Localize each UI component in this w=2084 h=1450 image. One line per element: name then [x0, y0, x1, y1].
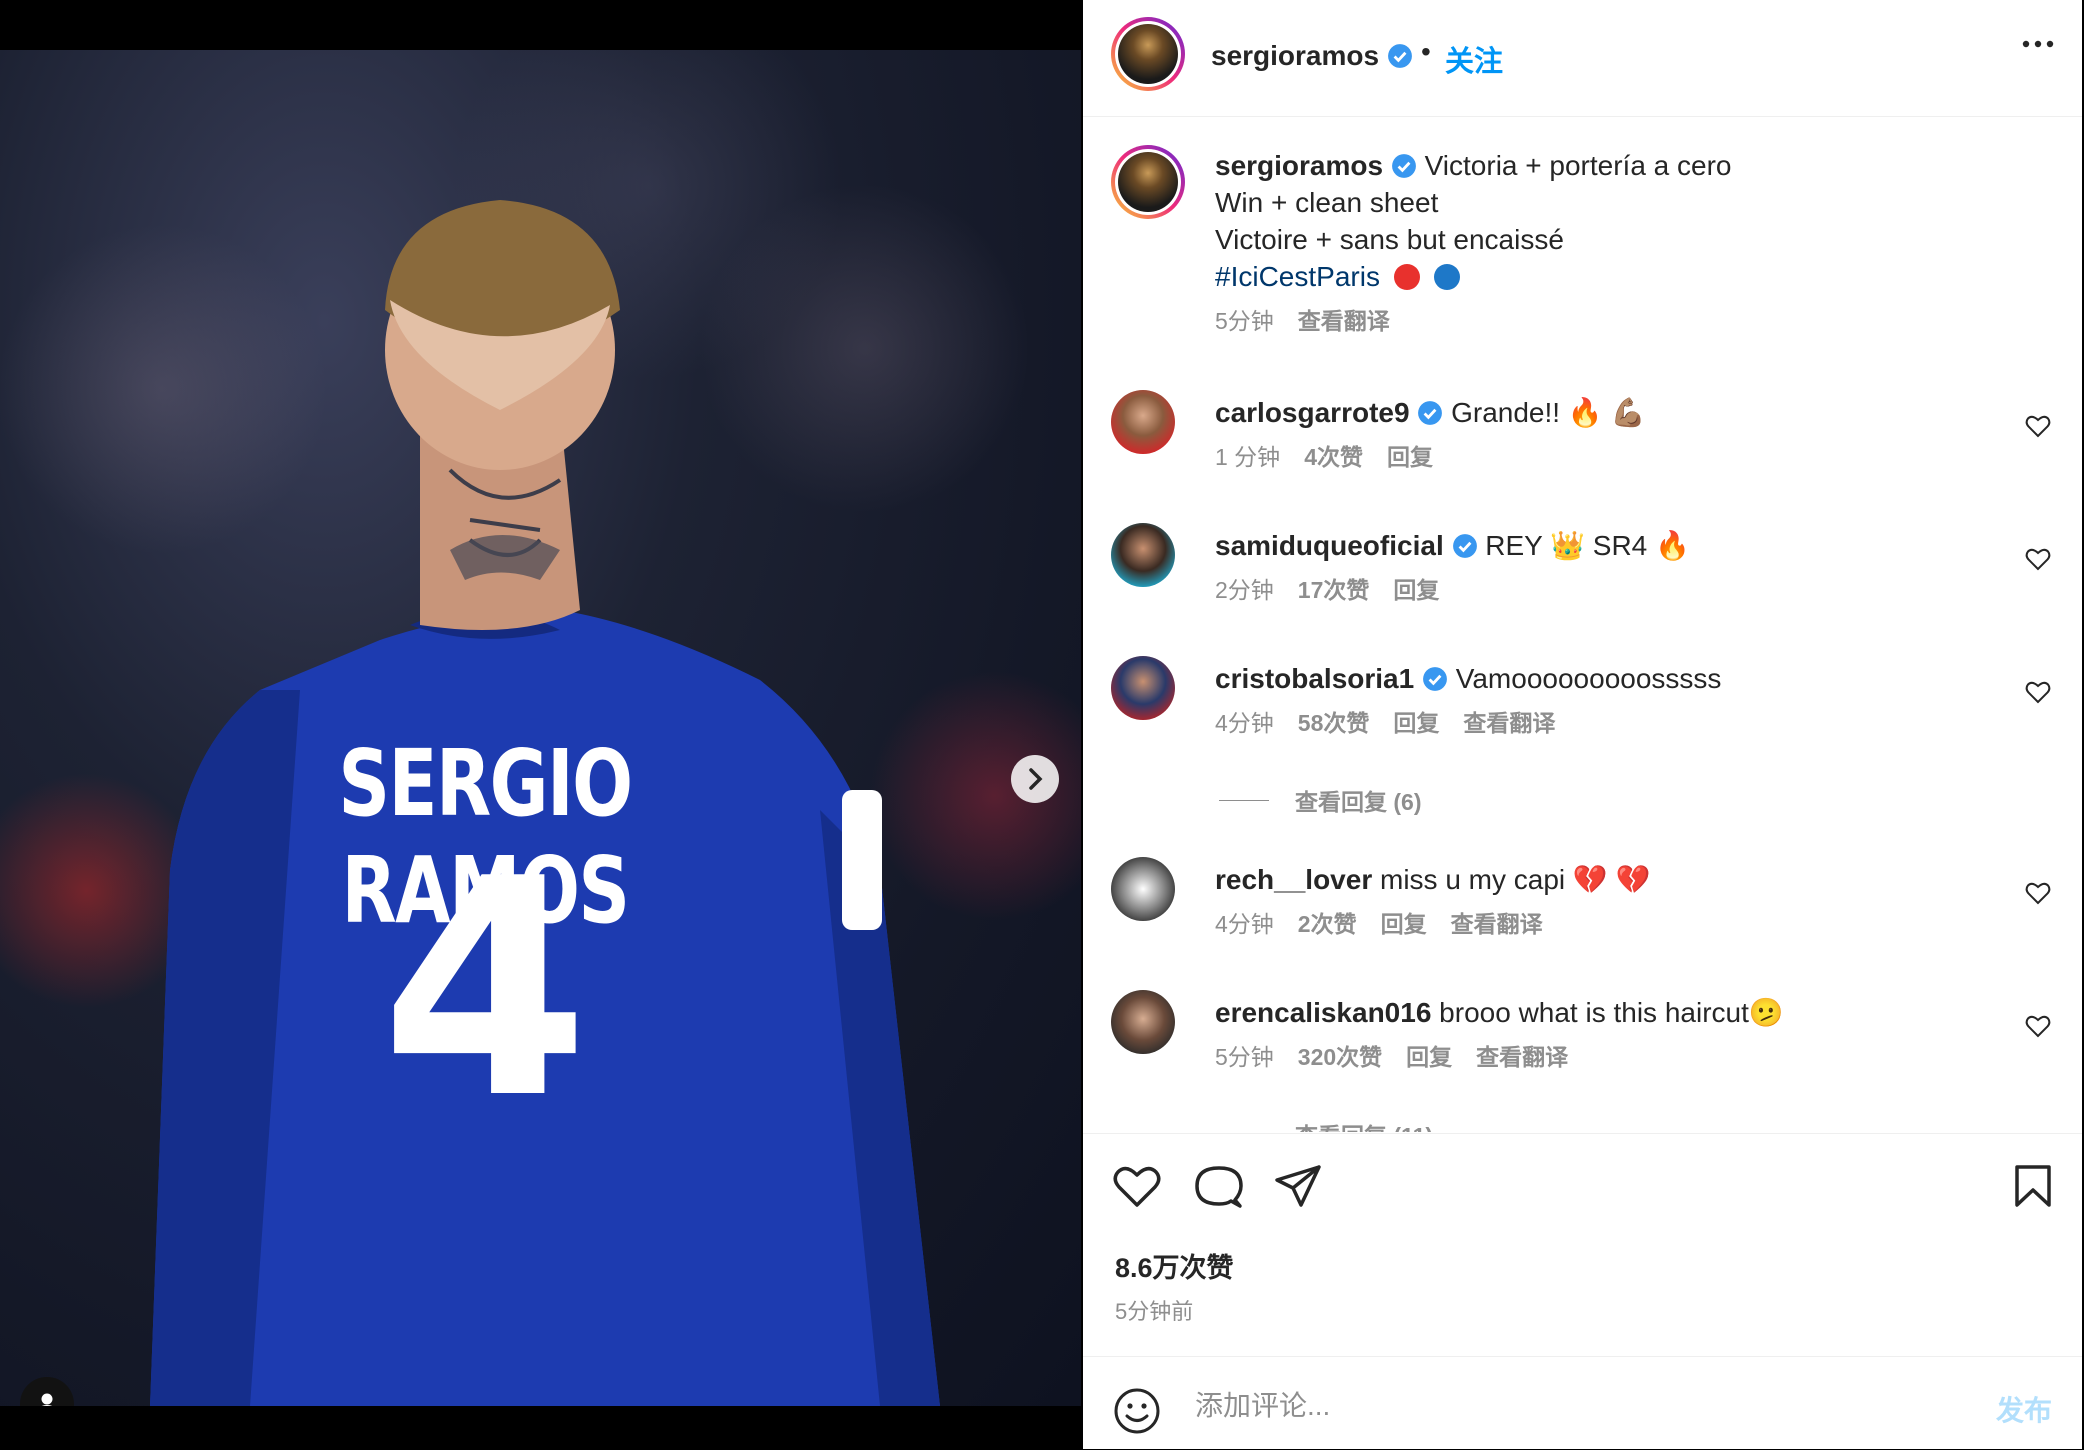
follow-button[interactable]: 关注 [1445, 38, 1503, 80]
author-name[interactable]: sergioramos [1211, 40, 1413, 72]
author-avatar[interactable] [1111, 17, 1185, 91]
comment-text: Vamooooooooosssss [1455, 663, 1722, 694]
caption-username[interactable]: sergioramos [1215, 150, 1383, 181]
comment-translate-link[interactable]: 查看翻译 [1451, 906, 1543, 943]
chevron-right-icon [1029, 768, 1043, 790]
like-comment-heart-icon[interactable] [2025, 881, 2051, 905]
comment-text: miss u my capi 💔 💔 [1380, 864, 1651, 895]
comment-likes[interactable]: 4次赞 [1304, 439, 1363, 476]
verified-badge-icon [1391, 154, 1416, 178]
commenter-avatar[interactable] [1111, 656, 1175, 720]
view-replies-button[interactable]: 查看回复 (6) [1219, 783, 1422, 817]
post-photo[interactable]: SERGIO RAMOS 4 [0, 50, 1081, 1406]
commenter-avatar[interactable] [1111, 390, 1175, 454]
header-separator: • [1421, 36, 1431, 67]
comment-text: REY 👑 SR4 🔥 [1485, 530, 1690, 561]
commenter-avatar[interactable] [1111, 523, 1175, 587]
reply-button[interactable]: 回复 [1381, 906, 1427, 943]
reply-button[interactable]: 回复 [1393, 572, 1439, 609]
reply-button[interactable]: 回复 [1387, 439, 1433, 476]
replies-divider-line [1219, 799, 1269, 801]
more-options-icon[interactable] [2022, 40, 2054, 48]
verified-badge-icon [1387, 44, 1412, 68]
post-header: sergioramos • 关注 [1083, 0, 2082, 117]
caption-author-avatar[interactable] [1111, 145, 1185, 219]
comment-time: 5分钟 [1215, 1044, 1274, 1070]
caption-line: Victoria + portería a cero [1424, 150, 1732, 181]
post-actions: 8.6万次赞 5分钟前 [1083, 1133, 2082, 1359]
next-photo-button[interactable] [1011, 755, 1059, 803]
commenter-username[interactable]: erencaliskan016 [1215, 997, 1431, 1028]
like-comment-heart-icon[interactable] [2025, 547, 2051, 571]
comments-list[interactable]: sergioramos Victoria + portería a cero W… [1083, 117, 2082, 1132]
verified-badge-icon [1423, 667, 1447, 691]
like-comment-heart-icon[interactable] [2025, 1014, 2051, 1038]
top-letterbox [0, 0, 1081, 50]
emoji-smiley-icon[interactable] [1113, 1387, 1161, 1435]
comment-likes[interactable]: 2次赞 [1298, 906, 1357, 943]
likes-count[interactable]: 8.6万次赞 [1115, 1246, 1234, 1285]
comment-time: 4分钟 [1215, 710, 1274, 736]
post-sidebar: sergioramos • 关注 sergioramos Victoria + … [1083, 0, 2082, 1449]
reply-button[interactable]: 回复 [1393, 705, 1439, 742]
player-figure [150, 200, 940, 1406]
red-circle-icon [1393, 264, 1420, 290]
comment-time: 2分钟 [1215, 577, 1274, 603]
commenter-username[interactable]: cristobalsoria1 [1215, 663, 1414, 694]
view-replies-label[interactable]: 查看回复 (6) [1295, 783, 1422, 817]
view-replies-label[interactable]: 查看回复 (11) [1295, 1117, 1433, 1132]
like-heart-icon[interactable] [1113, 1164, 1161, 1208]
commenter-username[interactable]: rech__lover [1215, 864, 1372, 895]
like-comment-heart-icon[interactable] [2025, 414, 2051, 438]
hashtag-link[interactable]: #IciCestParis [1215, 261, 1380, 292]
comment-translate-link[interactable]: 查看翻译 [1476, 1039, 1568, 1076]
user-icon [41, 1393, 53, 1406]
caption-translate-link[interactable]: 查看翻译 [1298, 303, 1390, 340]
comment-bubble-icon[interactable] [1195, 1164, 1243, 1210]
comment-likes[interactable]: 17次赞 [1298, 572, 1370, 609]
post-timestamp: 5分钟前 [1115, 1299, 1194, 1324]
verified-badge-icon [1452, 534, 1477, 558]
verified-badge-icon [1418, 401, 1443, 425]
save-bookmark-icon[interactable] [2014, 1164, 2052, 1208]
view-replies-button[interactable]: 查看回复 (11) [1219, 1117, 1433, 1132]
comment-time: 1 分钟 [1215, 444, 1281, 470]
comment-translate-link[interactable]: 查看翻译 [1463, 705, 1555, 742]
comment-likes[interactable]: 58次赞 [1298, 705, 1370, 742]
comment-text: Grande!! 🔥 💪🏽 [1451, 397, 1646, 428]
add-comment-bar: 发布 [1083, 1356, 2082, 1450]
comment-input[interactable] [1193, 1385, 1897, 1427]
share-send-icon[interactable] [1275, 1164, 1321, 1208]
commenter-avatar[interactable] [1111, 990, 1175, 1054]
reply-button[interactable]: 回复 [1406, 1039, 1452, 1076]
comment-likes[interactable]: 320次赞 [1298, 1039, 1382, 1076]
commenter-username[interactable]: carlosgarrote9 [1215, 397, 1410, 428]
caption-time: 5分钟 [1215, 308, 1274, 334]
author-username[interactable]: sergioramos [1211, 40, 1379, 71]
comment-time: 4分钟 [1215, 911, 1274, 937]
like-comment-heart-icon[interactable] [2025, 680, 2051, 704]
post-comment-button[interactable]: 发布 [1996, 1389, 2052, 1429]
caption-line: Victoire + sans but encaissé [1215, 224, 1564, 255]
caption-line: Win + clean sheet [1215, 187, 1439, 218]
blue-circle-icon [1433, 264, 1460, 290]
comment-text: brooo what is this haircut🫤 [1439, 997, 1784, 1028]
bottom-letterbox [0, 1406, 1081, 1449]
commenter-username[interactable]: samiduqueoficial [1215, 530, 1444, 561]
jersey-number: 4 [380, 815, 590, 1164]
commenter-avatar[interactable] [1111, 857, 1175, 921]
